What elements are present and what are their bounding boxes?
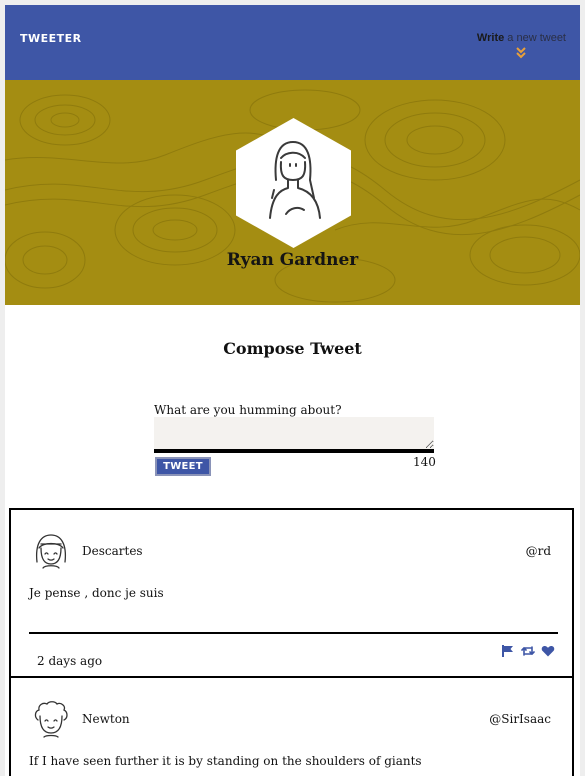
tweet-card: Descartes @rd Je pense , donc je suis 2 … <box>9 508 574 678</box>
double-chevron-down-icon[interactable] <box>516 46 526 60</box>
write-new-tweet-link[interactable]: Write a new tweet <box>477 32 566 44</box>
retweet-icon[interactable] <box>521 643 535 657</box>
top-nav: TWEETER Write a new tweet <box>5 5 580 80</box>
tweet-content: Je pense , donc je suis <box>29 586 164 600</box>
tweet-card: Newton @SirIsaac If I have seen further … <box>9 676 574 776</box>
heart-icon[interactable] <box>541 643 555 657</box>
tweet-content: If I have seen further it is by standing… <box>29 754 422 768</box>
tweet-submit-button[interactable]: TWEET <box>155 457 211 476</box>
brand-logo[interactable]: TWEETER <box>20 32 82 45</box>
tweet-divider <box>29 632 558 634</box>
profile-name: Ryan Gardner <box>226 250 359 270</box>
compose-prompt-label: What are you humming about? <box>154 403 342 417</box>
compose-title: Compose Tweet <box>223 339 362 358</box>
girl-avatar-icon <box>35 534 67 569</box>
char-counter: 140 <box>413 455 436 469</box>
write-label-bold: Write <box>476 32 505 44</box>
page: TWEETER Write a new tweet Ryan Gardner C… <box>5 5 580 776</box>
tweet-author-name[interactable]: Newton <box>82 712 130 726</box>
tweet-author-name[interactable]: Descartes <box>82 544 143 558</box>
tweet-timestamp: 2 days ago <box>37 654 103 668</box>
profile-header: Ryan Gardner <box>5 80 580 305</box>
profile-avatar[interactable] <box>236 118 351 248</box>
tweet-actions <box>500 643 555 657</box>
tweet-textarea[interactable] <box>154 417 434 453</box>
write-label-rest: a new tweet <box>504 32 566 44</box>
flag-icon[interactable] <box>501 643 515 657</box>
tweet-author-handle[interactable]: @SirIsaac <box>489 712 551 726</box>
tweet-author-handle[interactable]: @rd <box>526 544 551 558</box>
curly-hair-avatar-icon <box>34 701 68 738</box>
